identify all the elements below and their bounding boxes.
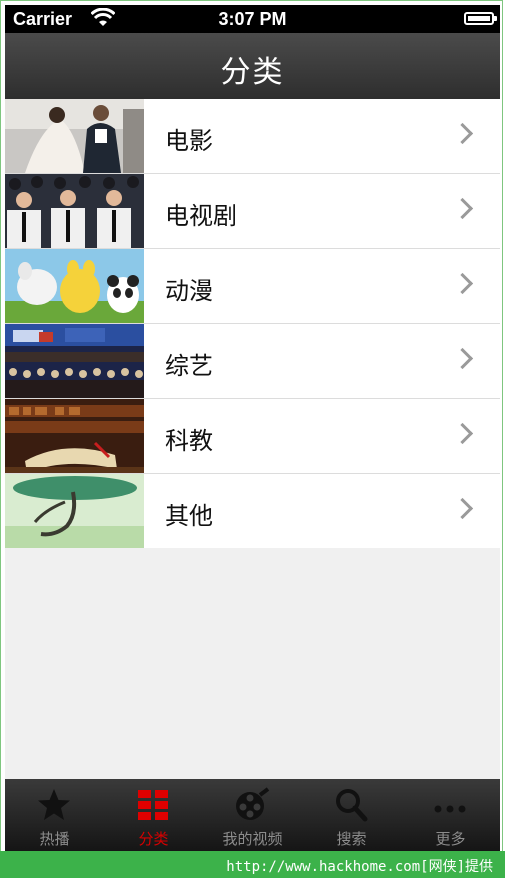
tab-label: 热播	[39, 830, 70, 848]
chevron-right-icon	[451, 197, 474, 220]
tv-series-thumb	[5, 174, 144, 248]
education-thumb	[5, 399, 144, 473]
category-row-education[interactable]: 科教	[5, 399, 500, 474]
anime-thumb	[5, 249, 144, 323]
tab-my-videos[interactable]: 我的视频	[203, 779, 302, 851]
category-label: 其他	[165, 502, 213, 530]
category-row-tv-series[interactable]: 电视剧	[5, 174, 500, 249]
chevron-right-icon	[451, 422, 474, 445]
empty-content-area	[5, 548, 500, 779]
category-label: 科教	[165, 427, 213, 455]
more-icon	[434, 805, 466, 813]
category-row-movie[interactable]: 电影	[5, 99, 500, 174]
tab-hot[interactable]: 热播	[5, 779, 104, 851]
tab-label: 我的视频	[222, 830, 283, 848]
chevron-right-icon	[451, 497, 474, 520]
tab-search[interactable]: 搜索	[302, 779, 401, 851]
clock: 3:07 PM	[218, 9, 287, 29]
search-icon	[336, 789, 368, 822]
tab-label: 搜索	[336, 830, 367, 848]
category-label: 电视剧	[165, 202, 237, 230]
variety-thumb	[5, 324, 144, 398]
watermark-footer: http://www.hackhome.com[网侠]提供	[0, 851, 505, 878]
page-title: 分类	[220, 55, 285, 90]
status-bar: Carrier 3:07 PM	[5, 5, 500, 33]
movie-thumb	[5, 99, 144, 173]
tab-label: 更多	[435, 830, 466, 848]
navigation-bar: 分类	[5, 33, 500, 99]
watermark-text: http://www.hackhome.com[网侠]提供	[226, 859, 493, 875]
tab-bar: 热播 分类 我的视频 搜索 更多	[5, 779, 500, 851]
category-label: 动漫	[165, 277, 213, 305]
category-row-anime[interactable]: 动漫	[5, 249, 500, 324]
tab-label: 分类	[138, 830, 169, 848]
grid-icon	[138, 790, 168, 820]
other-thumb	[5, 474, 144, 548]
tab-more[interactable]: 更多	[401, 779, 500, 851]
chevron-right-icon	[451, 272, 474, 295]
category-list: 电影 电视剧 动漫 综艺 科教 其他	[5, 99, 500, 549]
tab-category[interactable]: 分类	[104, 779, 203, 851]
star-icon	[38, 789, 70, 820]
chevron-right-icon	[451, 347, 474, 370]
category-row-other[interactable]: 其他	[5, 474, 500, 549]
battery-icon	[464, 12, 497, 25]
film-reel-icon	[236, 787, 270, 820]
chevron-right-icon	[451, 122, 474, 145]
category-row-variety[interactable]: 综艺	[5, 324, 500, 399]
category-label: 综艺	[165, 352, 213, 380]
category-label: 电影	[165, 127, 213, 155]
